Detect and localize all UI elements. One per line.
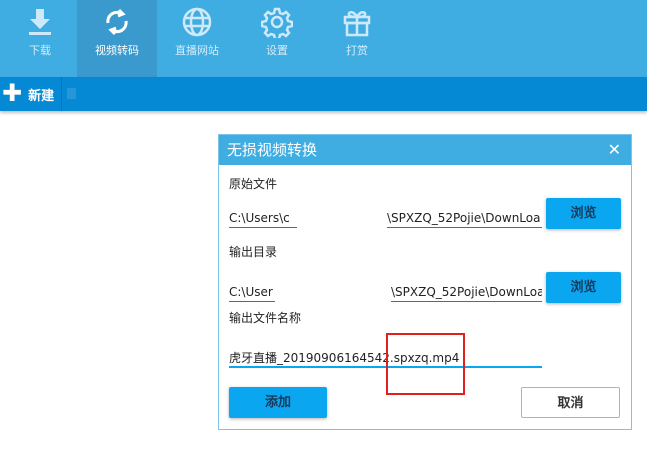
top-nav: 下载 视频转码 直播网站 设置 打赏 bbox=[0, 0, 647, 77]
tab-video-transcode[interactable]: 视频转码 bbox=[77, 0, 157, 77]
new-button[interactable]: ✚ 新建 bbox=[0, 77, 62, 111]
dialog-title: 无损视频转换 bbox=[227, 141, 318, 159]
tab-label: 设置 bbox=[266, 44, 288, 57]
download-icon bbox=[29, 9, 51, 35]
gift-icon bbox=[343, 11, 371, 37]
tab-label: 视频转码 bbox=[95, 44, 139, 57]
tab-live-sites[interactable]: 直播网站 bbox=[157, 0, 237, 77]
tab-settings[interactable]: 设置 bbox=[237, 0, 317, 77]
dialog-titlebar: 无损视频转换 ✕ bbox=[219, 135, 631, 165]
output-dir-input[interactable]: C:\User bbox=[229, 282, 275, 302]
refresh-icon bbox=[106, 8, 128, 36]
cancel-button[interactable]: 取消 bbox=[521, 387, 620, 418]
tab-label: 下载 bbox=[29, 44, 51, 57]
browse-output-button[interactable]: 浏览 bbox=[546, 272, 621, 303]
globe-icon bbox=[182, 7, 212, 37]
tab-label: 直播网站 bbox=[175, 44, 219, 57]
new-label: 新建 bbox=[28, 88, 55, 104]
tab-label: 打赏 bbox=[346, 44, 368, 57]
output-dir-label: 输出目录 bbox=[229, 245, 278, 259]
gear-icon bbox=[261, 7, 293, 38]
output-name-label: 输出文件名称 bbox=[229, 311, 302, 325]
toolbar: ✚ 新建 bbox=[0, 77, 647, 111]
add-button[interactable]: 添加 bbox=[229, 387, 327, 418]
close-icon[interactable]: ✕ bbox=[608, 135, 621, 165]
delete-icon[interactable] bbox=[67, 88, 76, 99]
plus-icon: ✚ bbox=[2, 79, 23, 107]
output-dir-input-tail[interactable]: \SPXZQ_52Pojie\DownLoa bbox=[391, 282, 542, 302]
tab-download[interactable]: 下载 bbox=[0, 0, 80, 77]
source-file-label: 原始文件 bbox=[229, 177, 278, 191]
source-file-input[interactable]: C:\Users\c bbox=[229, 208, 297, 228]
annotation-highlight-box bbox=[386, 333, 465, 395]
browse-source-button[interactable]: 浏览 bbox=[546, 198, 621, 229]
source-file-input-tail[interactable]: \SPXZQ_52Pojie\DownLoa bbox=[387, 208, 542, 228]
tab-donate[interactable]: 打赏 bbox=[317, 0, 397, 77]
